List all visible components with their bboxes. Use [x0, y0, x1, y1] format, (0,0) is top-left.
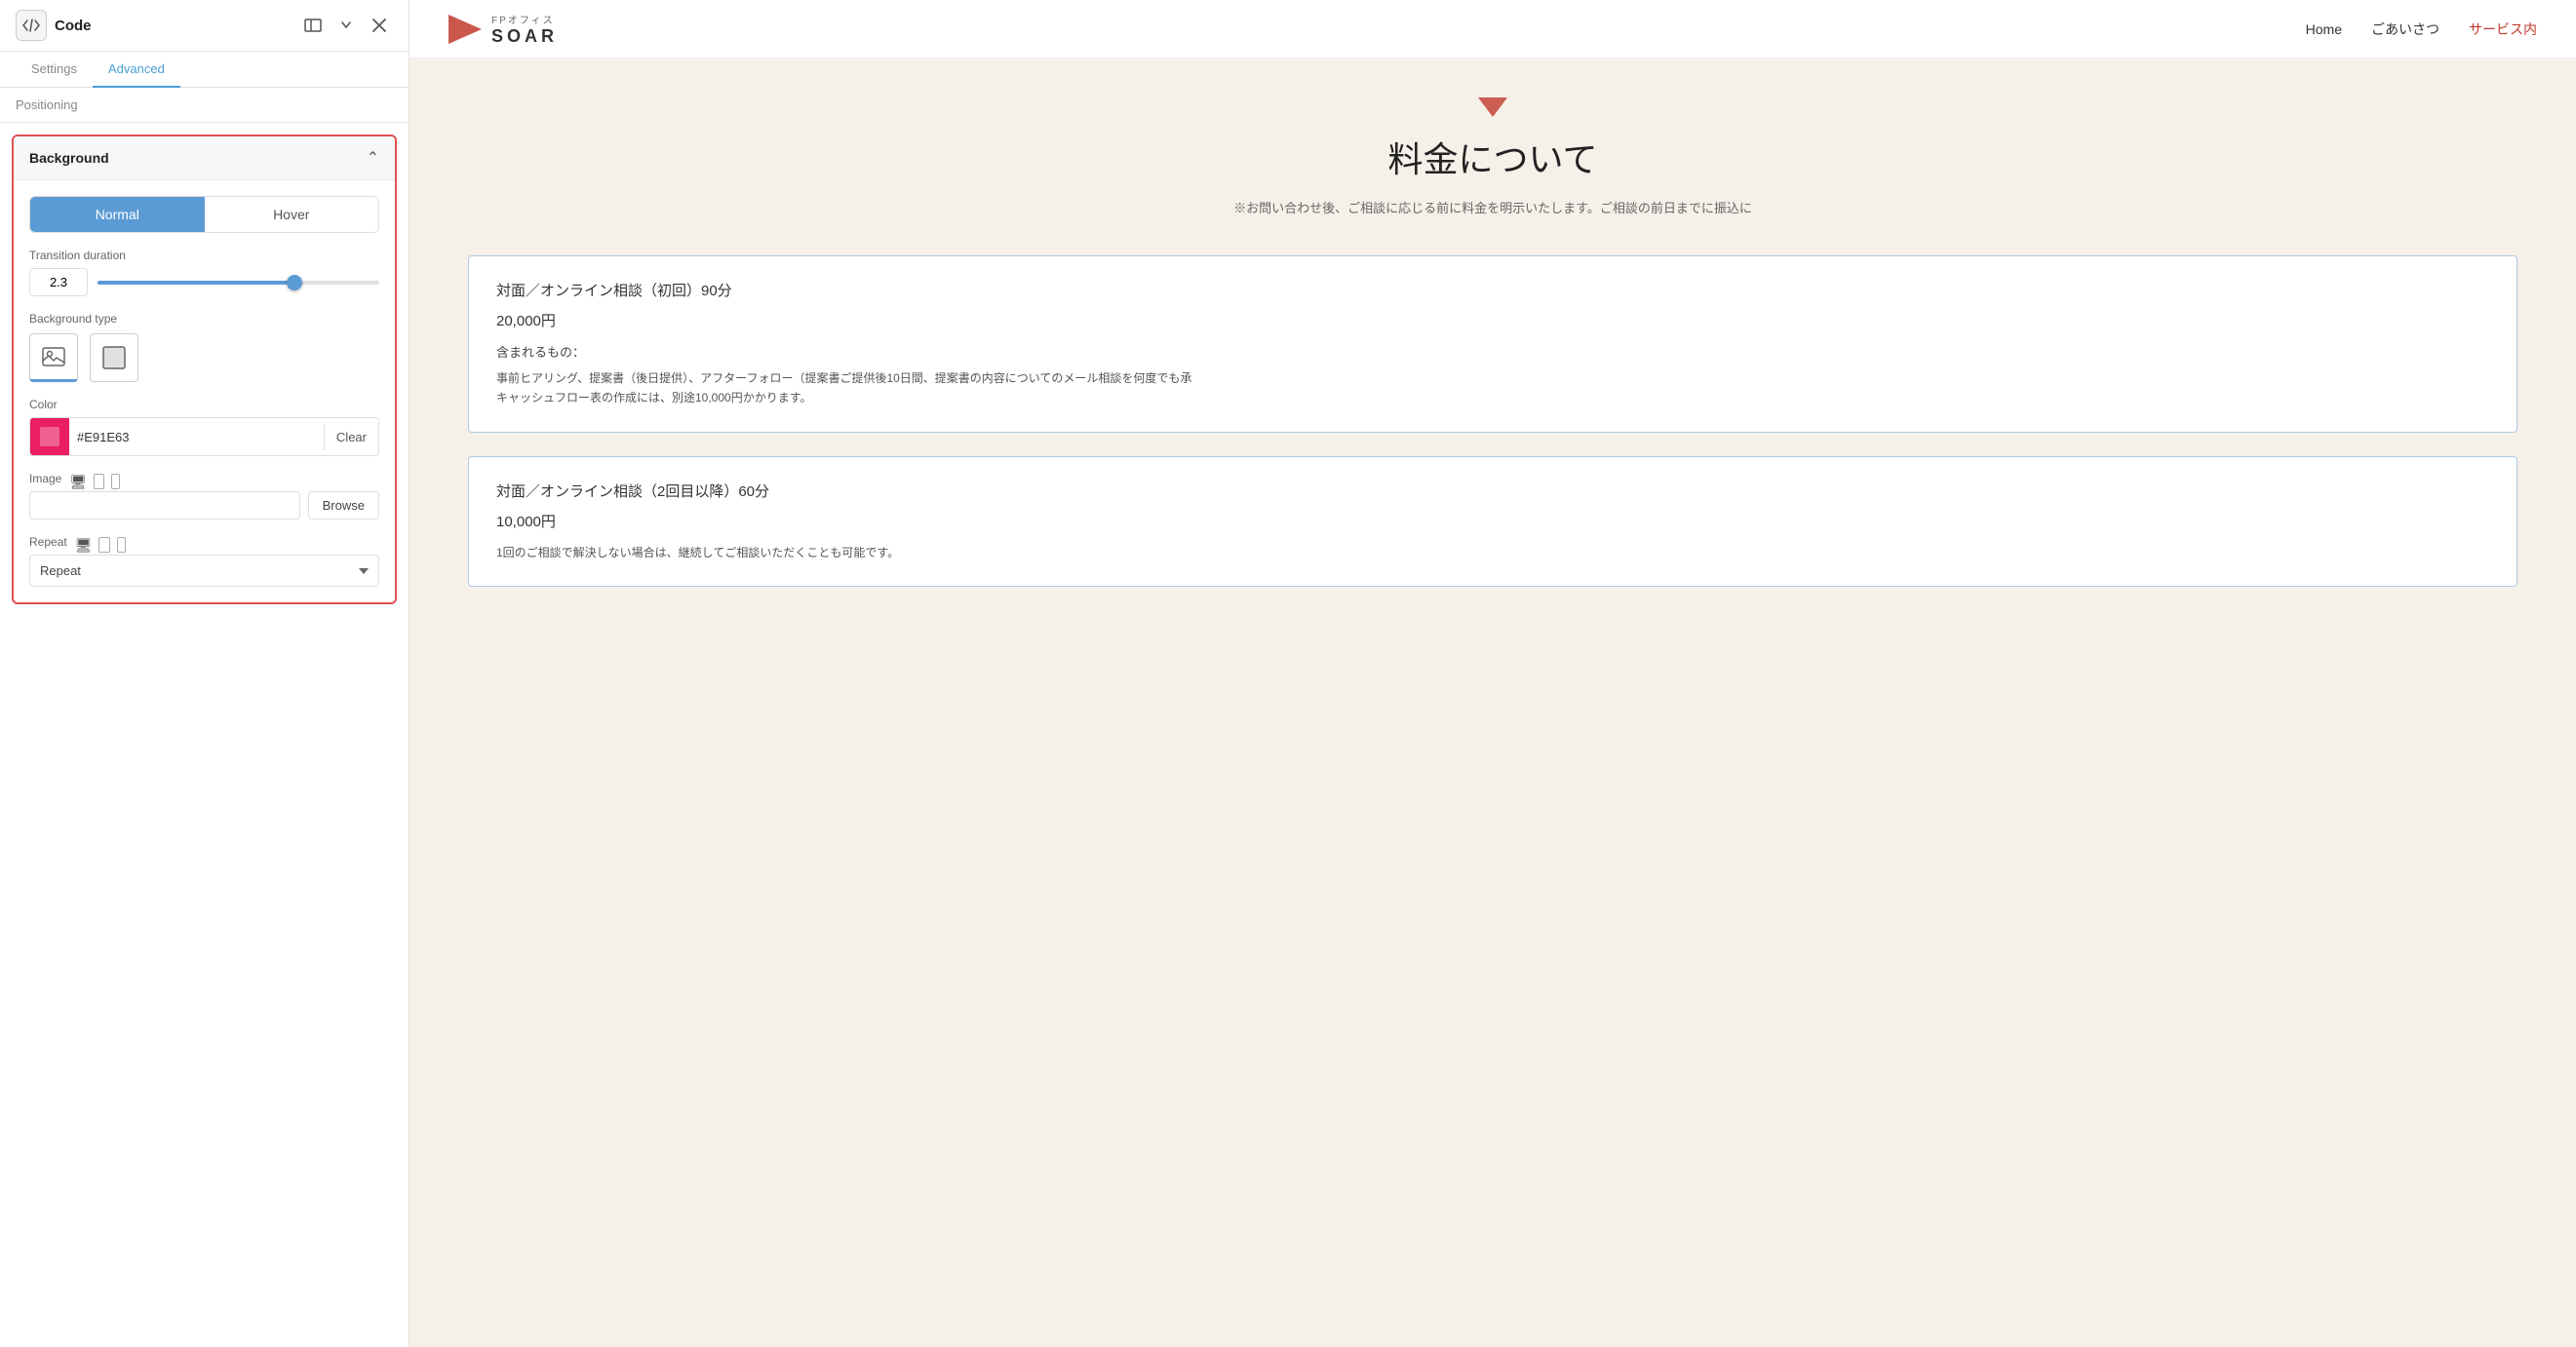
page-title: 料金について — [468, 132, 2517, 182]
pricing-card-2-price: 10,000円 — [496, 511, 2489, 531]
section-title: Background — [29, 150, 109, 166]
collapse-button[interactable]: ⌃ — [367, 148, 379, 168]
color-field: Color Clear — [29, 398, 379, 456]
pricing-card-2: 対面／オンライン相談（2回目以降）60分 10,000円 1回のご相談で解決しな… — [468, 456, 2517, 587]
monitor-icon: 🖥 — [69, 474, 87, 490]
site-nav: FPオフィス SOAR Home ごあいさつ サービス内 — [410, 0, 2576, 58]
repeat-monitor-icon: 🖥 — [75, 537, 93, 554]
tablet-icon — [94, 474, 104, 489]
repeat-phone-icon — [117, 537, 126, 553]
normal-button[interactable]: Normal — [30, 197, 205, 232]
color-input[interactable] — [69, 424, 324, 450]
slider-fill — [98, 281, 294, 285]
transition-duration-field: Transition duration — [29, 249, 379, 296]
phone-icon — [111, 474, 120, 489]
nav-link-home[interactable]: Home — [2306, 21, 2342, 37]
pricing-card-1: 対面／オンライン相談（初回）90分 20,000円 含まれるもの： 事前ヒアリン… — [468, 255, 2517, 433]
panel-header-actions — [299, 12, 393, 39]
clear-button[interactable]: Clear — [324, 424, 378, 450]
nav-links: Home ごあいさつ サービス内 — [2306, 19, 2537, 39]
logo-fp-text: FPオフィス — [491, 12, 558, 26]
bg-type-options — [29, 333, 379, 382]
repeat-device-icons: 🖥 — [75, 537, 126, 554]
section-content: Normal Hover Transition duration — [14, 180, 395, 602]
pricing-card-2-title: 対面／オンライン相談（2回目以降）60分 — [496, 481, 2489, 501]
repeat-field: Repeat 🖥 Repeat No-repeat Repeat-x R — [29, 535, 379, 587]
panel-header: Code — [0, 0, 409, 52]
color-swatch[interactable] — [30, 418, 69, 455]
pricing-card-1-title: 対面／オンライン相談（初回）90分 — [496, 280, 2489, 300]
repeat-select-row: Repeat No-repeat Repeat-x Repeat-y — [29, 555, 379, 587]
positioning-label: Positioning — [0, 88, 409, 123]
browse-button[interactable]: Browse — [308, 491, 379, 520]
transition-value-input[interactable] — [29, 268, 88, 296]
background-section: Background ⌃ Normal Hover Transition dur… — [12, 135, 397, 604]
nav-link-greeting[interactable]: ごあいさつ — [2371, 19, 2439, 39]
repeat-label-row: Repeat 🖥 — [29, 535, 379, 555]
logo-main-text: SOAR — [491, 26, 558, 47]
tabs: Settings Advanced — [0, 52, 409, 88]
chevron-up-icon: ⌃ — [367, 150, 379, 167]
image-browse-row: Browse — [29, 491, 379, 520]
tab-advanced[interactable]: Advanced — [93, 52, 180, 88]
image-type-icon — [29, 333, 78, 382]
bg-type-image[interactable] — [29, 333, 78, 382]
color-row: Clear — [29, 417, 379, 456]
transition-slider-track[interactable] — [98, 281, 379, 285]
decorative-arrow — [468, 97, 2517, 122]
pricing-card-1-detail: 事前ヒアリング、提案書（後日提供）、アフターフォロー（提案書ご提供後10日間、提… — [496, 368, 2489, 408]
close-button[interactable] — [366, 12, 393, 39]
panel-title: Code — [55, 18, 292, 34]
pricing-card-1-price: 20,000円 — [496, 310, 2489, 330]
pricing-card-2-detail: 1回のご相談で解決しない場合は、継続してご相談いただくことも可能です。 — [496, 543, 2489, 562]
repeat-tablet-icon — [98, 537, 109, 553]
bg-type-color[interactable] — [90, 333, 138, 382]
repeat-label: Repeat — [29, 535, 67, 549]
normal-hover-toggle: Normal Hover — [29, 196, 379, 233]
logo-icon — [449, 15, 482, 44]
section-header: Background ⌃ — [14, 136, 395, 180]
hover-button[interactable]: Hover — [205, 197, 379, 232]
bg-type-label: Background type — [29, 312, 379, 326]
tab-settings[interactable]: Settings — [16, 52, 93, 88]
color-swatch-inner — [40, 427, 59, 446]
image-label-row: Image 🖥 — [29, 472, 379, 491]
nav-logo: FPオフィス SOAR — [449, 12, 558, 47]
color-type-icon — [90, 333, 138, 382]
layout-icon-button[interactable] — [299, 12, 327, 39]
code-icon — [16, 10, 47, 41]
slider-thumb[interactable] — [287, 275, 302, 290]
logo-text-group: FPオフィス SOAR — [491, 12, 558, 47]
image-url-input[interactable] — [29, 491, 300, 520]
main-content: 料金について ※お問い合わせ後、ご相談に応じる前に料金を明示いたします。ご相談の… — [410, 58, 2576, 649]
repeat-select[interactable]: Repeat No-repeat Repeat-x Repeat-y — [29, 555, 379, 587]
chevron-down-icon-button[interactable] — [332, 12, 360, 39]
color-label: Color — [29, 398, 379, 411]
transition-label: Transition duration — [29, 249, 379, 262]
page-subtitle: ※お問い合わせ後、ご相談に応じる前に料金を明示いたします。ご相談の前日までに振込… — [468, 198, 2517, 216]
background-type-field: Background type — [29, 312, 379, 382]
image-label: Image — [29, 472, 61, 485]
device-icons: 🖥 — [69, 474, 120, 490]
image-field: Image 🖥 Browse — [29, 472, 379, 520]
pricing-card-1-includes: 含まれるもの： — [496, 342, 2489, 361]
transition-row — [29, 268, 379, 296]
right-content: FPオフィス SOAR Home ごあいさつ サービス内 料金について ※お問い… — [410, 0, 2576, 1347]
nav-link-service[interactable]: サービス内 — [2469, 19, 2537, 39]
